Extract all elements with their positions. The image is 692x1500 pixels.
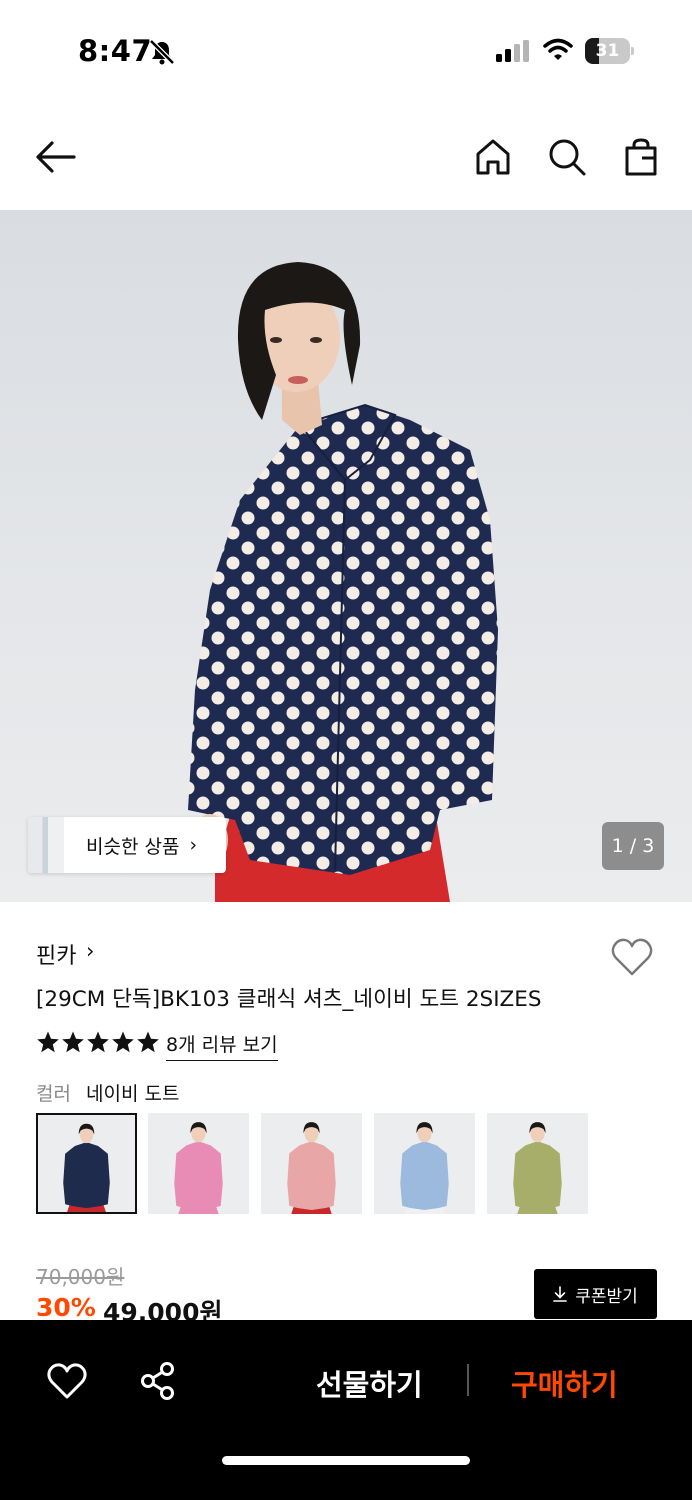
color-swatch-pink-stripe[interactable] (148, 1113, 249, 1214)
battery-icon: 31 (585, 38, 635, 64)
swatch-thumbnail (374, 1113, 475, 1214)
similar-thumbnail (28, 817, 64, 873)
chevron-right-icon: › (189, 834, 198, 856)
star-icon (112, 1031, 134, 1053)
home-indicator (222, 1456, 470, 1465)
model-photo (188, 262, 498, 902)
wishlist-heart-icon[interactable] (610, 937, 654, 977)
swatch-thumbnail (487, 1113, 588, 1214)
coupon-button[interactable]: 쿠폰받기 (534, 1269, 657, 1319)
buy-button[interactable]: 구매하기 (511, 1362, 618, 1404)
wifi-icon (543, 38, 573, 60)
color-swatch-blue-stripe[interactable] (374, 1113, 475, 1214)
battery-level: 31 (595, 41, 620, 61)
coupon-label: 쿠폰받기 (575, 1286, 638, 1307)
similar-products-label: 비슷한 상품 (86, 835, 180, 858)
discount-rate: 30% (36, 1293, 96, 1322)
image-counter: 1 / 3 (602, 822, 664, 870)
rating-stars (36, 1030, 160, 1056)
back-arrow-icon[interactable] (34, 138, 78, 176)
heart-icon[interactable] (46, 1362, 88, 1400)
reviews-link[interactable]: 8개 리뷰 보기 (166, 1030, 278, 1061)
color-swatch-red-stripe[interactable] (261, 1113, 362, 1214)
original-price: 70,000원 (36, 1265, 125, 1289)
product-title: [29CM 단독]BK103 클래식 셔츠_네이비 도트 2SIZES (36, 987, 542, 1012)
divider (467, 1364, 469, 1396)
bottom-action-bar: 선물하기 구매하기 (0, 1320, 692, 1500)
similar-products-button[interactable]: 비슷한 상품 › (28, 817, 226, 873)
status-time: 8:47 (78, 34, 153, 68)
star-icon (37, 1031, 59, 1053)
color-label: 컬러 (36, 1083, 71, 1105)
star-icon (137, 1031, 159, 1053)
swatch-thumbnail (261, 1113, 362, 1214)
home-icon[interactable] (472, 136, 514, 178)
signal-icon (496, 40, 529, 62)
star-icon (62, 1031, 84, 1053)
search-icon[interactable] (546, 136, 588, 178)
gift-button[interactable]: 선물하기 (316, 1362, 423, 1404)
brand-chevron-icon[interactable]: › (86, 939, 94, 963)
star-icon (87, 1031, 109, 1053)
status-bar: 8:47 31 (0, 0, 692, 100)
bag-icon[interactable] (620, 136, 662, 178)
swatch-thumbnail (38, 1115, 135, 1212)
share-icon[interactable] (138, 1360, 178, 1402)
brand-link[interactable]: 핀카 (36, 938, 76, 970)
download-icon (553, 1286, 568, 1302)
bell-slash-icon (149, 39, 175, 65)
color-value: 네이비 도트 (86, 1083, 180, 1105)
product-image[interactable]: 비슷한 상품 › 1 / 3 (0, 210, 692, 902)
color-swatch-navy-dot[interactable] (36, 1113, 137, 1214)
color-swatch-green-stripe[interactable] (487, 1113, 588, 1214)
swatch-thumbnail (148, 1113, 249, 1214)
